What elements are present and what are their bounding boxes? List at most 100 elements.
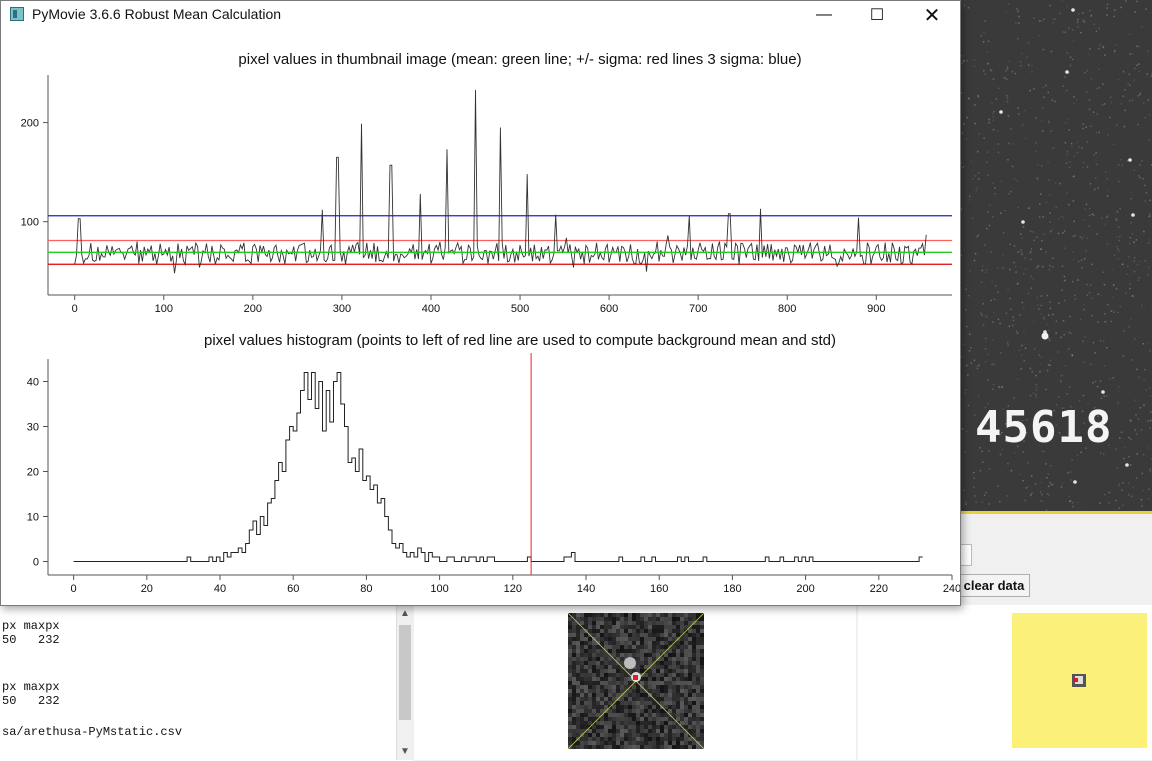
noise-pixel <box>1095 177 1097 179</box>
thumbnail-pixel <box>600 721 604 725</box>
thumbnail-pixel <box>672 657 676 661</box>
noise-pixel <box>1113 284 1115 286</box>
thumbnail-pixel <box>596 629 600 633</box>
thumbnail-pixel <box>624 677 628 681</box>
thumbnail-pixel <box>620 661 624 665</box>
thumbnail-pixel <box>628 717 632 721</box>
noise-pixel <box>987 151 989 153</box>
maximize-button[interactable]: ☐ <box>854 1 900 29</box>
thumbnail-pixel <box>592 649 596 653</box>
noise-pixel <box>1030 495 1032 497</box>
thumbnail-pixel <box>572 697 576 701</box>
minimize-button[interactable]: — <box>801 1 847 29</box>
star <box>999 110 1003 114</box>
noise-pixel <box>998 152 1000 154</box>
thumbnail-pixel <box>692 705 696 709</box>
thumbnail-pixel <box>612 705 616 709</box>
thumbnail-pixel <box>616 629 620 633</box>
noise-pixel <box>977 365 979 367</box>
thumbnail-pixel <box>660 637 664 641</box>
thumbnail-pixel <box>596 729 600 733</box>
noise-pixel <box>1084 258 1086 260</box>
noise-pixel <box>1081 238 1083 240</box>
scroll-down-icon[interactable]: ▼ <box>400 746 410 757</box>
thumbnail-pixel <box>688 673 692 677</box>
thumbnail-pixel <box>620 673 624 677</box>
thumbnail-pixel <box>668 701 672 705</box>
noise-pixel <box>1061 483 1063 485</box>
value-field[interactable] <box>960 544 972 566</box>
noise-pixel <box>1145 8 1147 10</box>
scrollbar-thumb[interactable] <box>399 625 411 720</box>
thumbnail-pixel <box>676 701 680 705</box>
thumbnail-pixel <box>640 709 644 713</box>
close-button[interactable]: ✕ <box>909 1 955 29</box>
thumbnail-pixel <box>692 713 696 717</box>
noise-pixel <box>1089 108 1091 110</box>
noise-pixel <box>1136 239 1138 241</box>
thumbnail-pixel <box>640 745 644 749</box>
noise-pixel <box>1080 32 1082 34</box>
thumbnail-pixel <box>700 653 704 657</box>
noise-pixel <box>1038 265 1040 267</box>
thumbnail-pixel <box>640 649 644 653</box>
noise-pixel <box>1096 30 1098 32</box>
thumbnail-pixel <box>624 709 628 713</box>
thumbnail-pixel <box>696 701 700 705</box>
noise-pixel <box>1147 342 1149 344</box>
noise-pixel <box>1010 309 1012 311</box>
thumbnail-pixel <box>696 625 700 629</box>
thumbnail-pixel <box>604 673 608 677</box>
thumbnail-pixel <box>604 717 608 721</box>
thumbnail-pixel <box>628 625 632 629</box>
thumbnail-pixel <box>696 633 700 637</box>
noise-pixel <box>1149 387 1151 389</box>
thumbnail-pixel <box>652 717 656 721</box>
title-bar[interactable]: PyMovie 3.6.6 Robust Mean Calculation — … <box>1 1 960 29</box>
noise-pixel <box>1145 117 1147 119</box>
noise-pixel <box>1023 480 1025 482</box>
thumbnail-pixel <box>660 641 664 645</box>
scroll-up-icon[interactable]: ▲ <box>400 608 410 619</box>
thumbnail-pixel <box>652 621 656 625</box>
thumbnail-pixel <box>664 741 668 745</box>
thumbnail-pixel <box>640 669 644 673</box>
thumbnail-pixel <box>696 669 700 673</box>
noise-pixel <box>1029 252 1031 254</box>
thumbnail-pixel <box>664 725 668 729</box>
thumbnail-pixel <box>604 685 608 689</box>
thumbnail-pixel <box>684 689 688 693</box>
noise-pixel <box>980 312 982 314</box>
thumbnail-pixel <box>620 717 624 721</box>
thumbnail-pixel <box>684 621 688 625</box>
noise-pixel <box>962 132 964 134</box>
noise-pixel <box>1134 338 1136 340</box>
log-scrollbar[interactable]: ▲ ▼ <box>396 605 414 760</box>
thumbnail-pixel <box>612 665 616 669</box>
x-tick-label: 0 <box>72 303 78 315</box>
noise-pixel <box>1144 200 1146 202</box>
noise-pixel <box>1104 313 1106 315</box>
thumbnail-pixel <box>572 685 576 689</box>
thumbnail-pixel <box>588 653 592 657</box>
noise-pixel <box>1105 321 1107 323</box>
log-text-area[interactable]: px maxpx 50 232 px maxpx 50 232 sa/areth… <box>0 605 413 761</box>
thumbnail-pixel <box>664 645 668 649</box>
thumbnail-pixel <box>652 713 656 717</box>
thumbnail-pixel <box>648 745 652 749</box>
thumbnail-pixel <box>656 613 660 617</box>
noise-pixel <box>1066 90 1068 92</box>
thumbnail-pixel <box>628 621 632 625</box>
x-tick-label: 60 <box>287 583 299 595</box>
clear-data-button[interactable]: clear data <box>958 574 1030 597</box>
thumbnail-pixel <box>696 661 700 665</box>
thumbnail-pixel <box>680 677 684 681</box>
thumbnail-pixel <box>576 705 580 709</box>
thumbnail-pixel <box>700 741 704 745</box>
thumbnail-pixel <box>584 641 588 645</box>
thumbnail-pixel <box>696 729 700 733</box>
thumbnail-pixel <box>596 713 600 717</box>
thumbnail-pixel <box>700 637 704 641</box>
thumbnail-pixel <box>688 613 692 617</box>
noise-pixel <box>961 356 963 358</box>
